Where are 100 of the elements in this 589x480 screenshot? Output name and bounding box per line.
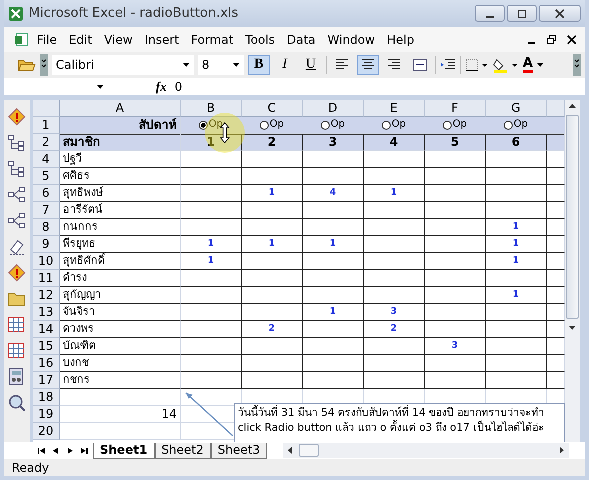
next-sheet-icon[interactable] [65,446,75,456]
table-cell: 1 [303,236,364,253]
previous-sheet-icon[interactable] [51,446,61,456]
table-cell [303,151,364,168]
menu-item[interactable]: Edit [64,32,98,46]
align-center-button[interactable] [357,55,379,75]
restore-icon[interactable] [547,34,557,44]
menu-item[interactable]: Window [322,32,380,46]
scroll-left-icon[interactable] [287,446,294,455]
table-cell: สุทธิพงษ์ [60,185,181,202]
column-header[interactable]: G [486,100,547,117]
sheet-tab[interactable]: Sheet3 [210,442,268,458]
scroll-down-icon[interactable] [568,324,577,331]
row-header[interactable]: 8 [33,219,60,236]
menu-item[interactable]: Tools [240,32,280,46]
maximize-button[interactable] [507,5,537,22]
bold-button[interactable]: B [248,55,270,75]
scroll-right-icon[interactable] [559,446,565,455]
column-header[interactable]: D [303,100,364,117]
row-header[interactable]: 2 [33,134,60,151]
column-header[interactable]: A [60,100,181,117]
tree-icon[interactable] [8,134,26,152]
column-header[interactable]: E [364,100,425,117]
table-cell [242,338,303,355]
table-cell: สัปดาห์ [60,117,181,134]
row-header[interactable]: 9 [33,236,60,253]
row-header[interactable]: 14 [33,321,60,338]
eraser-icon[interactable] [8,238,26,256]
column-header[interactable]: C [242,100,303,117]
row-header[interactable]: 17 [33,372,60,389]
grid-icon[interactable] [8,316,26,334]
caret-icon[interactable] [233,63,240,67]
radio-button[interactable]: Op [198,117,224,133]
row-header[interactable]: 15 [33,338,60,355]
chevron-icon[interactable] [573,54,581,76]
sheet-tab[interactable]: Sheet2 [154,442,211,458]
row-header[interactable]: 11 [33,270,60,287]
row-header[interactable]: 12 [33,287,60,304]
radio-button[interactable]: Op [320,117,346,133]
scroll-up-icon[interactable] [568,103,577,109]
row-header[interactable]: 5 [33,168,60,185]
underline-button[interactable]: U [300,55,322,75]
branch-icon[interactable] [8,212,26,230]
row-header[interactable]: 16 [33,355,60,372]
menu-item[interactable]: Format [186,32,239,46]
table-cell [425,304,486,321]
row-header[interactable]: 10 [33,253,60,270]
table-cell: พีรยุทธ [60,236,181,253]
branch-icon[interactable] [8,186,26,204]
font-color-button[interactable]: A [523,57,534,73]
font-size-field[interactable]: 8 [198,55,244,75]
diamond-icon[interactable] [8,264,26,282]
row-header[interactable]: 7 [33,202,60,219]
radio-button[interactable]: Op [442,117,468,133]
radio-button[interactable]: Op [504,117,528,133]
table-cell [364,270,425,287]
menu-item[interactable]: File [32,32,62,46]
first-sheet-icon[interactable] [37,446,47,456]
vertical-scrollbar[interactable] [565,100,580,442]
scroll-thumb[interactable] [299,444,320,457]
diamond-icon[interactable] [8,108,26,126]
magnifier-icon[interactable] [8,394,26,412]
calc-icon[interactable] [8,368,26,386]
row-header[interactable]: 18 [33,389,60,406]
close-button[interactable] [539,5,581,22]
row-header[interactable]: 19 [33,406,60,423]
menu-item[interactable]: Help [382,32,420,46]
indent-icon[interactable] [440,59,456,71]
caret-icon[interactable] [183,63,190,67]
row-header[interactable]: 1 [33,117,60,134]
formula-field[interactable]: 0 [174,80,182,94]
menu-item[interactable]: View [99,32,138,46]
row-header[interactable]: 13 [33,304,60,321]
table-cell [181,321,242,338]
row-header[interactable]: 6 [33,185,60,202]
table-cell [364,151,425,168]
menu-item[interactable]: Data [282,32,321,46]
fill-color-icon[interactable] [493,57,519,73]
row-header[interactable]: 4 [33,151,60,168]
chevron-icon[interactable] [40,54,48,76]
radio-button[interactable]: Op [382,117,406,133]
caret-icon[interactable] [537,63,544,67]
row-header[interactable]: 20 [33,423,60,440]
grid-icon[interactable] [8,342,26,360]
horizontal-scrollbar[interactable] [283,443,569,458]
caret-icon[interactable] [97,84,104,88]
table-cell: 3 [303,134,364,151]
column-header[interactable]: B [181,100,242,117]
sheet-tab[interactable]: Sheet1 [93,442,155,458]
borders-icon[interactable] [465,58,489,72]
tree-icon[interactable] [8,160,26,178]
last-sheet-icon[interactable] [79,446,89,456]
italic-button[interactable]: I [274,55,296,75]
function-label[interactable]: fx [156,78,167,94]
column-header[interactable]: F [425,100,486,117]
radio-button[interactable]: Op [260,117,284,133]
menu-item[interactable]: Insert [140,32,184,46]
font-field[interactable]: Calibri [52,55,194,75]
minimize-button[interactable] [475,5,505,22]
close-icon[interactable] [567,34,577,44]
